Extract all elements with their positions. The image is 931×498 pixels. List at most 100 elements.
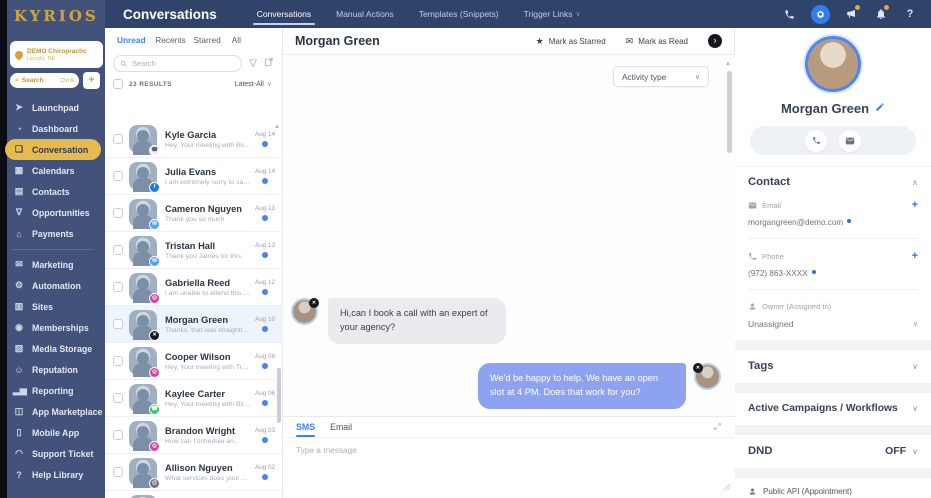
conversation-row[interactable]: ◎ Brandon Wright How can I schedule an.. … — [105, 417, 283, 454]
call-button[interactable] — [805, 129, 827, 152]
message-date: Aug 02 — [255, 464, 275, 471]
bar-chart-icon: ▂▅ — [13, 385, 27, 395]
app-badge-icon[interactable] — [811, 4, 830, 24]
activity-type-dropdown[interactable]: Activity type ∨ — [613, 66, 709, 87]
sidebar-item-launchpad[interactable]: ➤ Launchpad — [0, 97, 105, 118]
list-tab-recents[interactable]: Recents — [155, 35, 193, 45]
sidebar-item-app-marketplace[interactable]: ◫ App Marketplace — [0, 401, 105, 422]
row-checkbox[interactable] — [113, 245, 123, 255]
row-checkbox[interactable] — [113, 393, 123, 403]
conversation-row[interactable]: ☎ Savannah RobertsWhat is your pricing s… — [105, 491, 283, 498]
sidebar-item-contacts[interactable]: ▤ Contacts — [0, 181, 105, 202]
sidebar-item-reporting[interactable]: ▂▅ Reporting — [0, 380, 105, 401]
tab-conversations[interactable]: Conversations — [252, 0, 316, 28]
sidebar-item-marketing[interactable]: ✉ Marketing — [0, 254, 105, 275]
sidebar-item-calendars[interactable]: ▦ Calendars — [0, 160, 105, 181]
resize-grip[interactable] — [723, 478, 731, 496]
contact-section: Contact ∧ Email + morgangreen@demo.com P… — [735, 167, 931, 329]
conversation-row[interactable]: ◎ Cooper Wilson Hey, Your meeting with Tr… — [105, 343, 283, 380]
sidebar-item-payments[interactable]: ⌂ Payments — [0, 223, 105, 244]
add-phone-button[interactable]: + — [912, 251, 918, 262]
row-checkbox[interactable] — [113, 467, 123, 477]
row-checkbox[interactable] — [113, 319, 123, 329]
row-checkbox[interactable] — [113, 430, 123, 440]
megaphone-icon[interactable] — [845, 5, 860, 21]
chat-scrollbar[interactable] — [727, 71, 732, 153]
scroll-up-icon[interactable]: ▲ — [274, 124, 280, 130]
list-tab-starred[interactable]: Starred — [194, 35, 232, 45]
sidebar-item-media-storage[interactable]: ▧ Media Storage — [0, 338, 105, 359]
tab-manual-actions[interactable]: Manual Actions — [336, 0, 394, 28]
row-checkbox[interactable] — [113, 171, 123, 181]
tags-title: Tags — [748, 360, 774, 372]
contact-quick-actions — [750, 126, 916, 155]
row-checkbox[interactable] — [113, 356, 123, 366]
chat-body: Activity type ∨ ▲ ✕ Hi,can I book a call… — [283, 55, 735, 416]
mark-as-starred-button[interactable]: ★ Mark as Starred — [536, 36, 606, 47]
help-icon[interactable]: ? — [903, 7, 917, 21]
sidebar-item-mobile-app[interactable]: ▯ Mobile App — [0, 422, 105, 443]
conversation-row[interactable]: ☎ Kaylee Carter Hey, Your meeting with Bi… — [105, 380, 283, 417]
conversation-row[interactable]: ✉ Cameron Nguyen Thank you so much Aug 13 — [105, 195, 283, 232]
unread-dot — [262, 400, 269, 406]
conversation-row[interactable]: f Julia Evans I am extremely sorry to say… — [105, 158, 283, 195]
conversation-row[interactable]: ☎ Kyle Garcia Hey, Your meeting with Ben … — [105, 121, 283, 158]
calendar-icon: ▦ — [14, 165, 24, 175]
tab-templates-snippets[interactable]: Templates (Snippets) — [419, 0, 499, 28]
sidebar-item-conversation[interactable]: ❏ Conversation — [5, 139, 101, 160]
mark-as-read-button[interactable]: ✉ Mark as Read — [626, 36, 688, 47]
message-input[interactable] — [283, 438, 735, 498]
conversation-row-selected[interactable]: ✕ Morgan Green Thanks, that was straightf… — [105, 306, 283, 343]
topbar-tabs: Conversations Manual Actions Templates (… — [252, 0, 581, 28]
sort-dropdown[interactable]: Latest-All ∨ — [235, 80, 272, 89]
conversation-row[interactable]: ◎ Gabriella Reed I am unable to attend th… — [105, 269, 283, 306]
list-tab-unread[interactable]: Unread — [117, 35, 155, 45]
page-title: Conversations — [123, 6, 217, 22]
list-scrollbar[interactable] — [277, 368, 281, 423]
email-button[interactable] — [839, 129, 861, 152]
bell-icon[interactable] — [874, 5, 889, 21]
search-icon: ⌕ — [15, 76, 19, 84]
compose-tab-sms[interactable]: SMS — [296, 417, 316, 437]
compose-tab-email[interactable]: Email — [330, 417, 352, 437]
sidebar-item-dashboard[interactable]: ◔ Dashboard — [0, 118, 105, 139]
add-email-button[interactable]: + — [912, 200, 918, 211]
search-input[interactable] — [132, 59, 236, 68]
quick-add-button[interactable]: + — [83, 72, 100, 89]
filter-funnel-icon[interactable]: ▽ — [249, 58, 257, 69]
email-value[interactable]: morgangreen@demo.com — [748, 218, 918, 227]
scroll-up-icon[interactable]: ▲ — [725, 61, 731, 67]
row-checkbox[interactable] — [113, 134, 123, 144]
sidebar-item-help-library[interactable]: ? Help Library — [0, 464, 105, 485]
account-switcher[interactable]: DEMO Chiropractic Lincoln, NE — [10, 41, 103, 68]
sidebar-item-sites[interactable]: ▥ Sites — [0, 296, 105, 317]
sidebar-item-reputation[interactable]: ☺ Reputation — [0, 359, 105, 380]
message-preview: Hey, Your meeting with Ben is — [165, 141, 252, 149]
phone-icon[interactable] — [782, 7, 796, 21]
message-preview: Thank you James for this. — [165, 252, 243, 260]
row-checkbox[interactable] — [113, 208, 123, 218]
campaigns-section[interactable]: Active Campaigns / Workflows ∨ — [735, 393, 931, 414]
phone-value[interactable]: (972) 863-XXXX — [748, 269, 918, 278]
edit-pencil-icon[interactable] — [875, 99, 885, 117]
expand-icon[interactable] — [713, 418, 722, 436]
owner-dropdown[interactable]: Unassigned ∨ — [748, 319, 918, 329]
conversation-row[interactable]: ✉ Tristan Hall Thank you James for this. … — [105, 232, 283, 269]
select-all-checkbox[interactable] — [113, 79, 123, 89]
sidebar-item-support-ticket[interactable]: ◠ Support Ticket — [0, 443, 105, 464]
chevron-down-icon: ∨ — [912, 446, 918, 456]
tags-section[interactable]: Tags ∨ — [735, 350, 931, 372]
sidebar-item-opportunities[interactable]: ∇ Opportunities — [0, 202, 105, 223]
conversation-row[interactable]: @ Allison Nguyen What services does your … — [105, 454, 283, 491]
chevron-up-icon[interactable]: ∧ — [912, 178, 918, 187]
tab-trigger-links[interactable]: Trigger Links ∨ — [524, 0, 581, 28]
sidebar-search[interactable]: ⌕ Search Ctrl K — [10, 73, 79, 88]
dnd-section[interactable]: DND OFF ∨ — [735, 435, 931, 457]
collapse-panel-button[interactable]: › — [708, 34, 722, 48]
list-tab-all[interactable]: All — [232, 35, 270, 45]
compose-icon[interactable] — [264, 57, 274, 70]
row-checkbox[interactable] — [113, 282, 123, 292]
channel-badge-email: @ — [149, 478, 160, 489]
sidebar-item-memberships[interactable]: ◉ Memberships — [0, 317, 105, 338]
sidebar-item-automation[interactable]: ⚙ Automation — [0, 275, 105, 296]
